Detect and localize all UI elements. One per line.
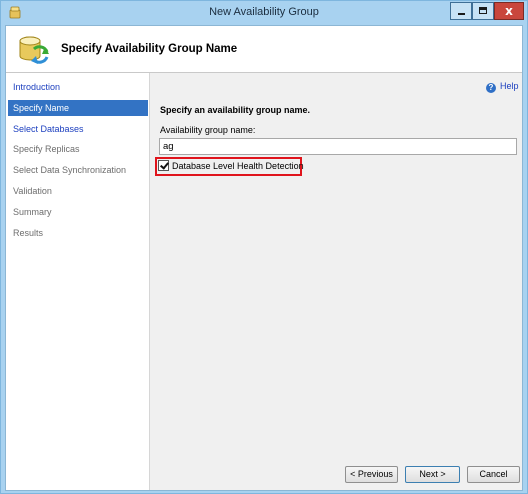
- nav-item-select-data-synchronization: Select Data Synchronization: [13, 165, 127, 175]
- next-button[interactable]: Next >: [405, 466, 460, 483]
- health-detection-label: Database Level Health Detection: [172, 161, 304, 171]
- nav-item-specify-replicas: Specify Replicas: [13, 144, 80, 154]
- page-title: Specify Availability Group Name: [61, 43, 238, 55]
- wizard-nav: Introduction Specify Name Select Databas…: [6, 73, 150, 490]
- page-header: Specify Availability Group Name: [6, 26, 522, 73]
- nav-item-results: Results: [13, 228, 44, 238]
- window-title: New Availability Group: [209, 6, 319, 18]
- instruction-text: Specify an availability group name.: [160, 105, 311, 115]
- main-panel: ? Help Specify an availability group name…: [150, 73, 522, 490]
- database-refresh-icon: [19, 36, 49, 64]
- close-icon: x: [505, 4, 513, 18]
- maximize-button[interactable]: [472, 2, 494, 20]
- wizard-client-area: Specify Availability Group Name Introduc…: [5, 25, 523, 491]
- cancel-button[interactable]: Cancel: [467, 466, 520, 483]
- help-label: Help: [500, 81, 519, 91]
- nav-item-introduction[interactable]: Introduction: [8, 79, 148, 95]
- health-detection-checkbox[interactable]: [158, 160, 169, 171]
- availability-group-name-label: Availability group name:: [160, 125, 256, 135]
- wizard-window: New Availability Group x Specify Availab…: [0, 0, 528, 494]
- close-button[interactable]: x: [494, 2, 524, 20]
- nav-item-select-databases[interactable]: Select Databases: [8, 121, 148, 137]
- help-link[interactable]: ? Help: [486, 81, 519, 93]
- title-bar[interactable]: New Availability Group x: [1, 1, 527, 25]
- nav-item-summary: Summary: [13, 207, 52, 217]
- health-detection-option[interactable]: Database Level Health Detection: [158, 160, 304, 174]
- availability-group-name-input[interactable]: [159, 138, 517, 155]
- nav-item-specify-name[interactable]: Specify Name: [8, 100, 148, 116]
- minimize-button[interactable]: [450, 2, 472, 20]
- nav-item-validation: Validation: [13, 186, 52, 196]
- previous-button[interactable]: < Previous: [345, 466, 398, 483]
- help-icon: ?: [486, 83, 496, 93]
